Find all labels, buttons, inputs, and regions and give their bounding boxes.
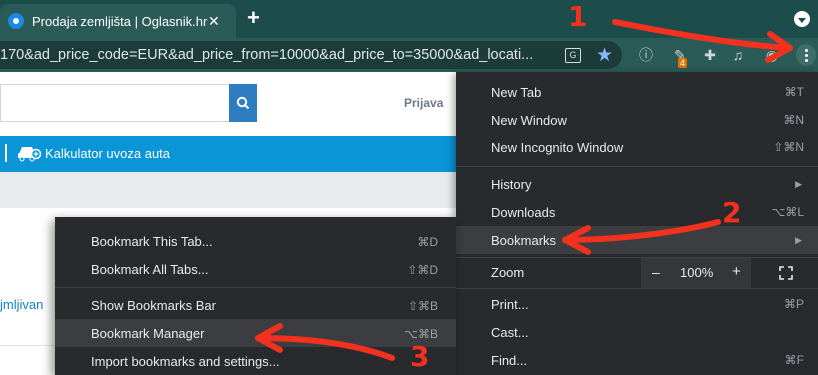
nav-divider [5,144,7,162]
chevron-right-icon: ▶ [795,178,802,189]
menu-item-new-window[interactable]: New Window ⌘N [456,106,818,134]
playlist-icon[interactable]: ♫ [730,47,746,63]
site-search-input[interactable] [0,84,230,122]
annotation-step-2: 2 [722,196,742,229]
tab-search-icon[interactable] [794,11,810,27]
profile-icon[interactable]: ◉ [764,47,780,63]
menu-divider [456,166,818,167]
browser-toolbar: 170&ad_price_code=EUR&ad_price_from=1000… [0,38,818,72]
tab-strip: Prodaja zemljišta | Oglasnik.hr ✕ + [0,0,818,38]
menu-item-find[interactable]: Find... ⌘F [456,346,818,374]
menu-item-new-incognito-window[interactable]: New Incognito Window ⇧⌘N [456,133,818,161]
bookmarks-submenu: Bookmark This Tab... ⌘D Bookmark All Tab… [55,217,456,375]
favicon-icon [8,13,24,29]
zoom-in-button[interactable]: + [732,263,741,280]
menu-divider [55,287,456,288]
address-bar[interactable]: 170&ad_price_code=EUR&ad_price_from=1000… [0,41,622,69]
close-icon[interactable]: ✕ [208,13,220,30]
category-link[interactable]: jmljivan [0,297,43,312]
submenu-item-bookmark-manager[interactable]: Bookmark Manager ⌥⌘B [55,319,456,347]
menu-item-history[interactable]: History ▶ [456,170,818,198]
chrome-main-menu: New Tab ⌘T New Window ⌘N New Incognito W… [456,72,818,375]
login-link[interactable]: Prijava [404,96,443,110]
extension-badge: 4 [678,58,688,68]
menu-divider [456,288,818,289]
submenu-item-bookmark-all-tabs[interactable]: Bookmark All Tabs... ⇧⌘D [55,255,456,283]
site-search-button[interactable] [229,84,257,122]
search-icon [236,96,250,110]
kebab-menu-icon[interactable] [796,44,816,66]
menu-item-downloads[interactable]: Downloads ⌥⌘L [456,198,818,226]
browser-tab[interactable]: Prodaja zemljišta | Oglasnik.hr ✕ [0,4,236,38]
new-tab-button[interactable]: + [247,7,260,29]
fullscreen-icon[interactable] [779,266,793,280]
content-divider [0,345,60,375]
star-icon[interactable]: ★ [596,44,613,67]
filter-band [0,172,456,208]
menu-item-cast[interactable]: Cast... [456,318,818,346]
car-import-icon [18,147,41,162]
submenu-item-import-bookmarks[interactable]: Import bookmarks and settings... [55,347,456,375]
menu-item-new-tab[interactable]: New Tab ⌘T [456,78,818,106]
info-icon[interactable]: ⓘ [638,47,654,63]
menu-item-bookmarks[interactable]: Bookmarks ▶ [456,226,818,254]
menu-zoom-row: Zoom – 100% + [456,258,818,288]
submenu-item-bookmark-this-tab[interactable]: Bookmark This Tab... ⌘D [55,227,456,255]
zoom-level: 100% [680,265,714,280]
menu-item-print[interactable]: Print... ⌘P [456,290,818,318]
puzzle-icon[interactable]: ✚ [702,47,718,63]
url-text[interactable]: 170&ad_price_code=EUR&ad_price_from=1000… [0,47,533,63]
tab-title: Prodaja zemljišta | Oglasnik.hr [32,13,208,29]
calculator-link[interactable]: Kalkulator uvoza auta [45,146,170,161]
annotation-step-3: 3 [410,340,430,373]
zoom-out-button[interactable]: – [652,264,660,280]
annotation-step-1: 1 [568,0,588,33]
submenu-item-show-bookmarks-bar[interactable]: Show Bookmarks Bar ⇧⌘B [55,291,456,319]
chevron-right-icon: ▶ [795,234,802,245]
translate-icon[interactable]: G [565,48,581,63]
